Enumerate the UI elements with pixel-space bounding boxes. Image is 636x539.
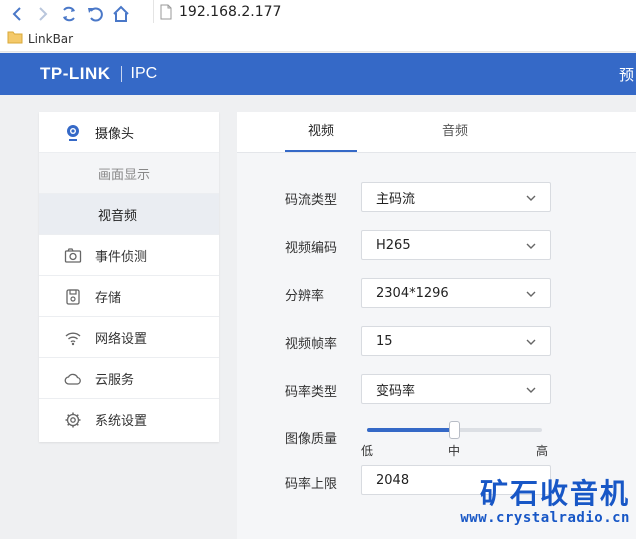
chevron-down-icon (525, 336, 537, 348)
snapshot-camera-icon (64, 247, 82, 265)
back-icon[interactable] (4, 3, 30, 25)
video-codec-select[interactable]: H265 (361, 230, 551, 260)
tab-video[interactable]: 视频 (251, 112, 391, 152)
sidebar-item-label: 网络设置 (95, 331, 148, 347)
stream-type-label: 码流类型 (285, 193, 338, 208)
sidebar-item-camera[interactable]: 摄像头 (39, 112, 219, 153)
forward-icon[interactable] (30, 3, 56, 25)
tab-audio[interactable]: 音频 (385, 112, 525, 152)
url-text: 192.168.2.177 (179, 3, 282, 20)
sidebar-item-label: 存储 (95, 290, 122, 306)
bitrate-type-value: 变码率 (376, 383, 416, 399)
header-nav-item[interactable]: 预 (619, 64, 634, 85)
reload-icon[interactable] (56, 3, 82, 25)
bitrate-type-select[interactable]: 变码率 (361, 374, 551, 404)
wifi-icon (64, 329, 82, 347)
bookmarks-bar: LinkBar (0, 27, 636, 52)
camera-icon (64, 124, 82, 142)
frame-rate-select[interactable]: 15 (361, 326, 551, 356)
frame-rate-value: 15 (376, 333, 393, 349)
quality-mid-label: 中 (448, 444, 461, 458)
frame-rate-label: 视频帧率 (285, 337, 338, 352)
sidebar-item-label: 事件侦测 (95, 249, 148, 265)
sidebar-item-storage[interactable]: 存储 (39, 276, 219, 317)
stream-type-value: 主码流 (376, 191, 416, 207)
resolution-label: 分辨率 (285, 289, 325, 304)
app-header: TP-LINK IPC 预 (0, 53, 636, 95)
stream-type-select[interactable]: 主码流 (361, 182, 551, 212)
active-tab-indicator (285, 150, 357, 152)
brand-logo: TP-LINK (40, 64, 111, 83)
cloud-icon (64, 370, 82, 388)
sidebar-item-network[interactable]: 网络设置 (39, 317, 219, 358)
sidebar-subitem-display[interactable]: 画面显示 (39, 153, 219, 194)
gear-icon (64, 411, 82, 429)
chevron-down-icon (525, 384, 537, 396)
bookmark-folder-linkbar[interactable]: LinkBar (28, 32, 73, 46)
disk-icon (64, 288, 82, 306)
quality-high-label: 高 (536, 444, 549, 458)
tab-bar: 视频 音频 (237, 112, 636, 153)
home-icon[interactable] (108, 3, 134, 25)
page-icon (160, 4, 172, 19)
browser-toolbar: 192.168.2.177 (0, 0, 636, 27)
address-bar[interactable]: 192.168.2.177 (153, 0, 636, 23)
sidebar: 摄像头 画面显示 视音频 事件侦测 存储 网络设置 云服务 系统设置 (39, 112, 219, 442)
slider-fill (367, 428, 455, 432)
sidebar-item-cloud[interactable]: 云服务 (39, 358, 219, 399)
resolution-select[interactable]: 2304*1296 (361, 278, 551, 308)
bitrate-limit-input[interactable] (361, 465, 551, 495)
image-quality-label: 图像质量 (285, 432, 338, 447)
folder-icon (7, 30, 23, 48)
sidebar-item-label: 摄像头 (95, 126, 135, 142)
quality-low-label: 低 (361, 444, 374, 458)
sidebar-item-event-detection[interactable]: 事件侦测 (39, 235, 219, 276)
chevron-down-icon (525, 192, 537, 204)
image-quality-slider[interactable] (367, 421, 542, 439)
chevron-down-icon (525, 240, 537, 252)
resolution-value: 2304*1296 (376, 285, 449, 301)
video-codec-value: H265 (376, 237, 411, 253)
product-name: IPC (130, 65, 158, 82)
brand-divider (120, 66, 122, 82)
bitrate-type-label: 码率类型 (285, 385, 338, 400)
sidebar-item-label: 云服务 (95, 372, 135, 388)
video-codec-label: 视频编码 (285, 241, 338, 256)
sidebar-item-system[interactable]: 系统设置 (39, 399, 219, 440)
undo-icon[interactable] (82, 3, 108, 25)
bitrate-limit-label: 码率上限 (285, 477, 338, 492)
slider-thumb[interactable] (449, 421, 460, 439)
sidebar-item-label: 系统设置 (95, 414, 148, 429)
chevron-down-icon (525, 288, 537, 300)
main-panel: 视频 音频 码流类型 主码流 视频编码 H265 分辨率 2304*1296 视… (237, 112, 636, 539)
sidebar-subitem-audio-video[interactable]: 视音频 (39, 194, 219, 235)
